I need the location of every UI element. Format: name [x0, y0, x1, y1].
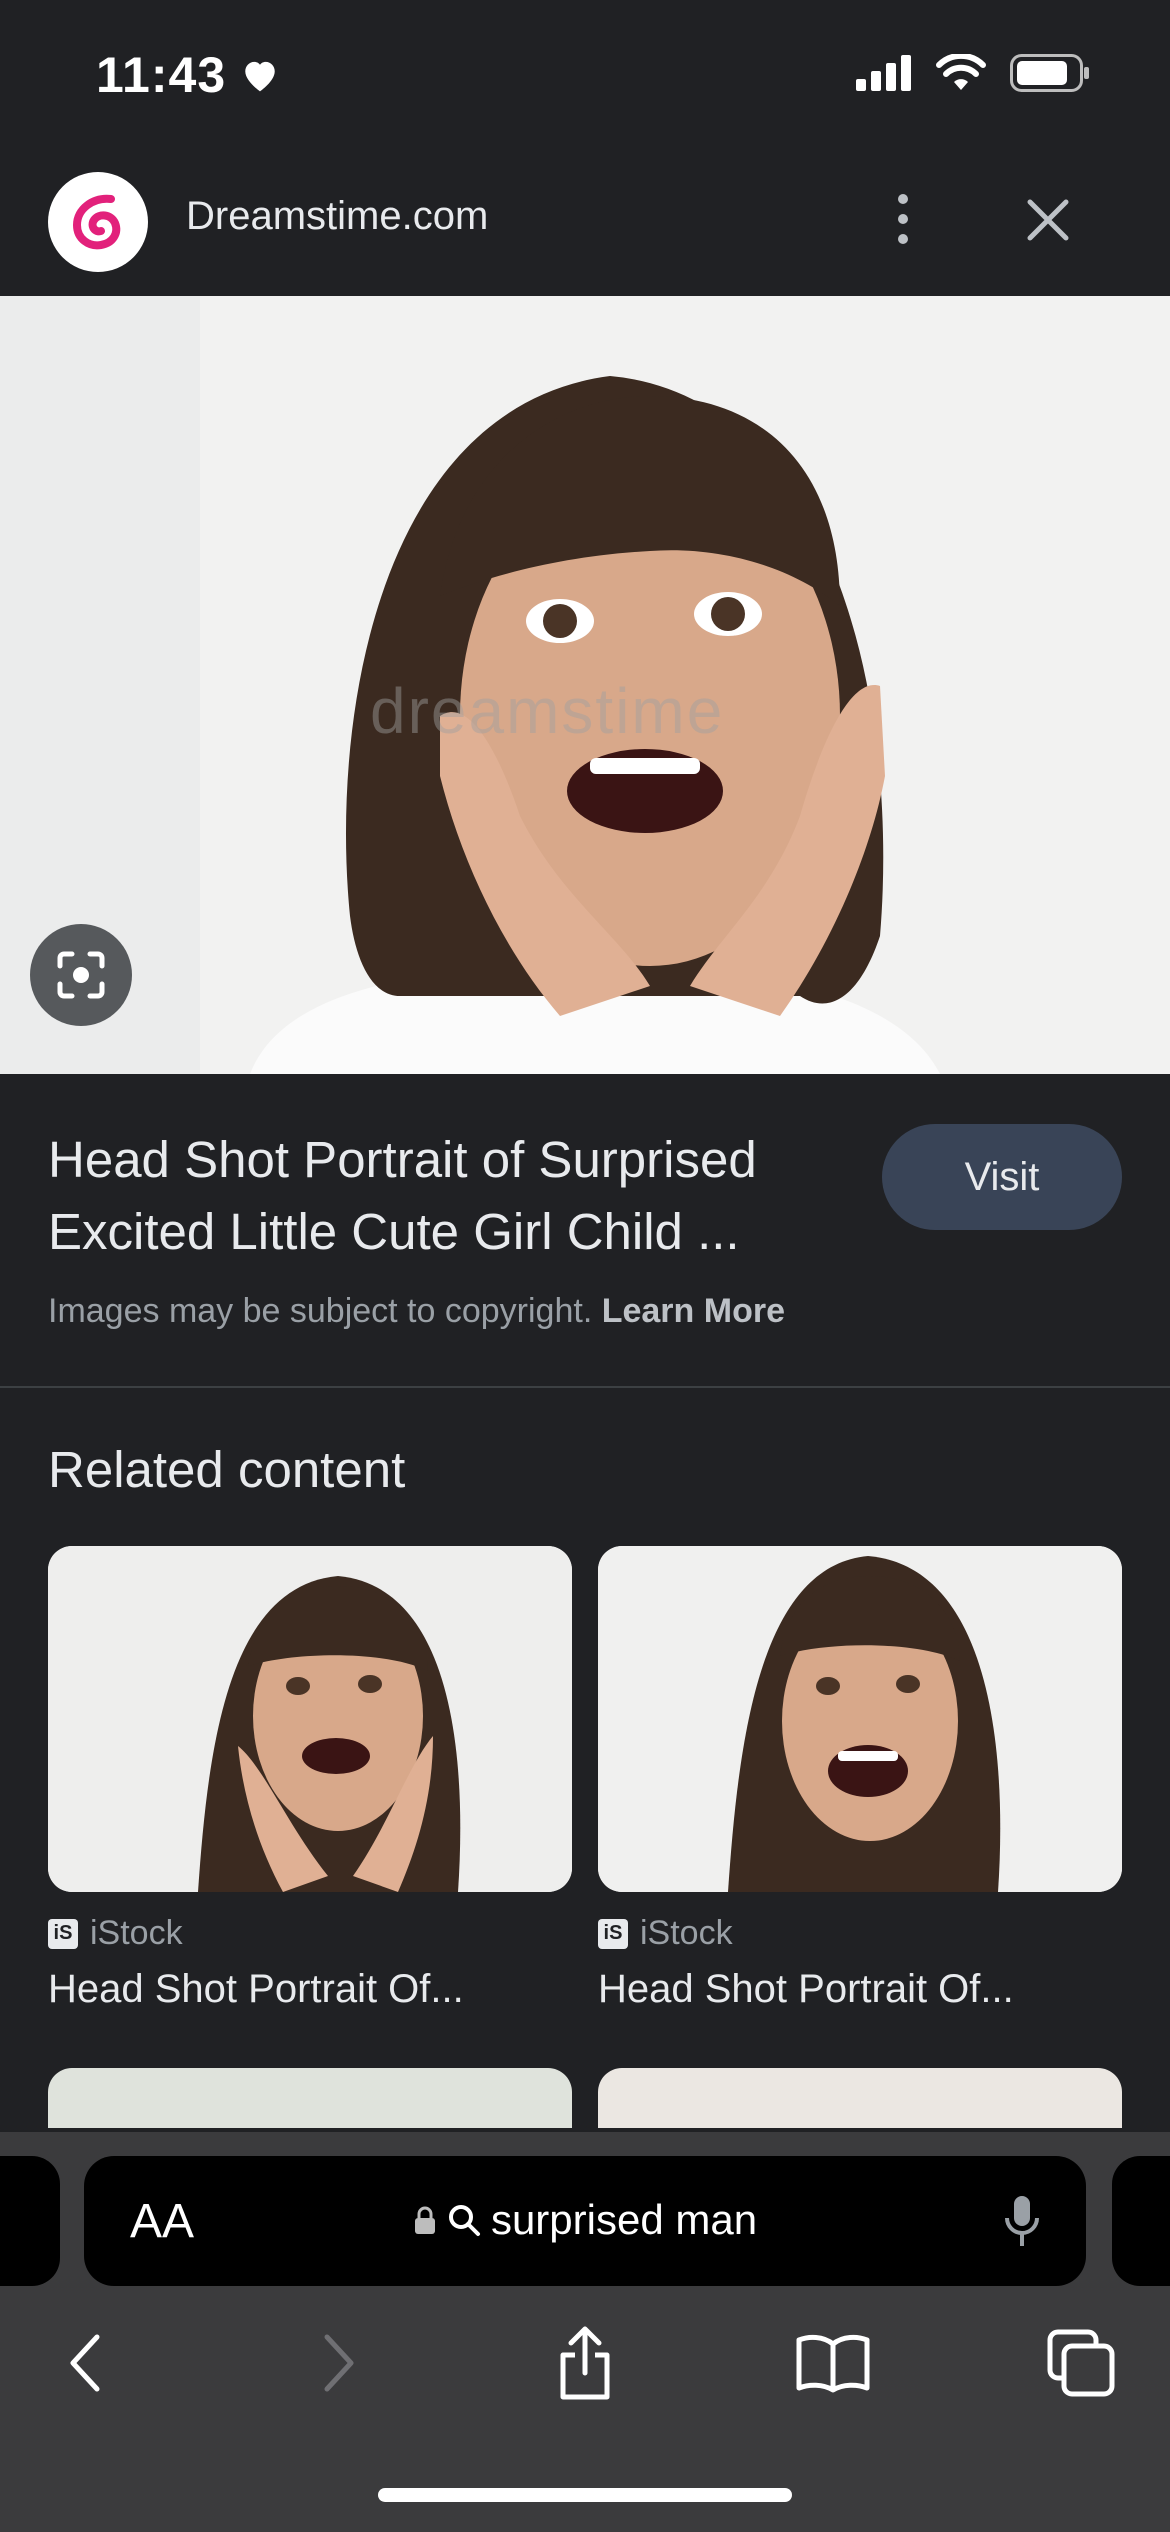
status-time: 11:43: [96, 46, 280, 104]
mic-icon[interactable]: [1002, 2192, 1042, 2252]
next-tab-peek[interactable]: [1112, 2156, 1170, 2286]
browser-toolbar: [0, 2318, 1170, 2428]
search-icon: [448, 2205, 480, 2236]
image-title-line2: Excited Little Cute Girl Child ...: [48, 1203, 740, 1260]
status-bar: 11:43: [0, 0, 1170, 150]
related-thumbnail[interactable]: [48, 1546, 572, 1892]
hero-image[interactable]: dreamstime: [0, 296, 1170, 1074]
image-info: Head Shot Portrait of Surprised Excited …: [0, 1074, 1170, 1388]
card-source: iS iStock: [48, 1914, 572, 1953]
lens-button[interactable]: [30, 924, 132, 1026]
address-bar-url[interactable]: surprised man: [84, 2196, 1086, 2244]
istock-icon: iS: [598, 1918, 628, 1949]
dreamstime-logo-icon: [72, 194, 121, 250]
watermark: dreamstime: [370, 675, 725, 747]
card-title[interactable]: Head Shot Portrait Of...: [48, 1967, 548, 2012]
time-text: 11:43: [96, 47, 227, 103]
tabs-button[interactable]: [1036, 2318, 1126, 2408]
site-logo[interactable]: [48, 172, 148, 272]
tabs-icon: [1047, 2329, 1115, 2397]
bookmarks-button[interactable]: [788, 2318, 878, 2408]
image-title-line1: Head Shot Portrait of Surprised: [48, 1131, 757, 1188]
wifi-icon: [936, 54, 986, 90]
bookmarks-icon: [796, 2334, 870, 2393]
more-vert-icon: [898, 194, 908, 204]
browser-bottom-bar: AA surprised man: [0, 2132, 1170, 2532]
more-options-button[interactable]: [880, 186, 926, 252]
related-thumbnail[interactable]: [598, 1546, 1122, 1892]
site-name[interactable]: Dreamstime.com: [186, 194, 488, 239]
heart-icon: [245, 61, 275, 92]
copyright-notice: Images may be subject to copyright. Lear…: [48, 1292, 785, 1331]
learn-more-link[interactable]: Learn More: [602, 1292, 785, 1330]
lock-icon: [414, 2206, 435, 2234]
related-card-partial[interactable]: [598, 2068, 1122, 2128]
lens-icon: [57, 951, 105, 999]
related-image: [48, 1546, 572, 1892]
related-card-partial[interactable]: [48, 2068, 572, 2128]
share-icon: [560, 2326, 610, 2400]
close-icon[interactable]: [1018, 190, 1078, 250]
back-button[interactable]: [40, 2318, 130, 2408]
istock-icon: iS: [48, 1918, 78, 1949]
image-title[interactable]: Head Shot Portrait of Surprised Excited …: [48, 1124, 848, 1268]
address-bar[interactable]: AA surprised man: [84, 2156, 1086, 2286]
copyright-text: Images may be subject to copyright.: [48, 1292, 593, 1330]
related-image: [598, 1546, 1122, 1892]
signal-icon: [856, 55, 911, 91]
status-icons: [856, 54, 1090, 92]
forward-icon: [324, 2334, 354, 2392]
back-icon: [70, 2334, 100, 2392]
previous-tab-peek[interactable]: [0, 2156, 60, 2286]
card-source-name: iStock: [640, 1914, 733, 1952]
card-source: iS iStock: [598, 1914, 1122, 1953]
related-card[interactable]: iS iStock Head Shot Portrait Of...: [598, 1546, 1122, 2012]
battery-icon: [1010, 54, 1089, 92]
home-indicator[interactable]: [378, 2488, 792, 2502]
forward-button[interactable]: [294, 2318, 384, 2408]
site-header: Dreamstime.com: [0, 150, 1170, 296]
share-button[interactable]: [540, 2318, 630, 2408]
search-query: surprised man: [490, 2196, 758, 2243]
related-card[interactable]: iS iStock Head Shot Portrait Of...: [48, 1546, 572, 2012]
related-heading: Related content: [48, 1441, 406, 1498]
card-title[interactable]: Head Shot Portrait Of...: [598, 1967, 1098, 2012]
visit-button[interactable]: Visit: [882, 1124, 1122, 1230]
card-source-name: iStock: [90, 1914, 183, 1952]
